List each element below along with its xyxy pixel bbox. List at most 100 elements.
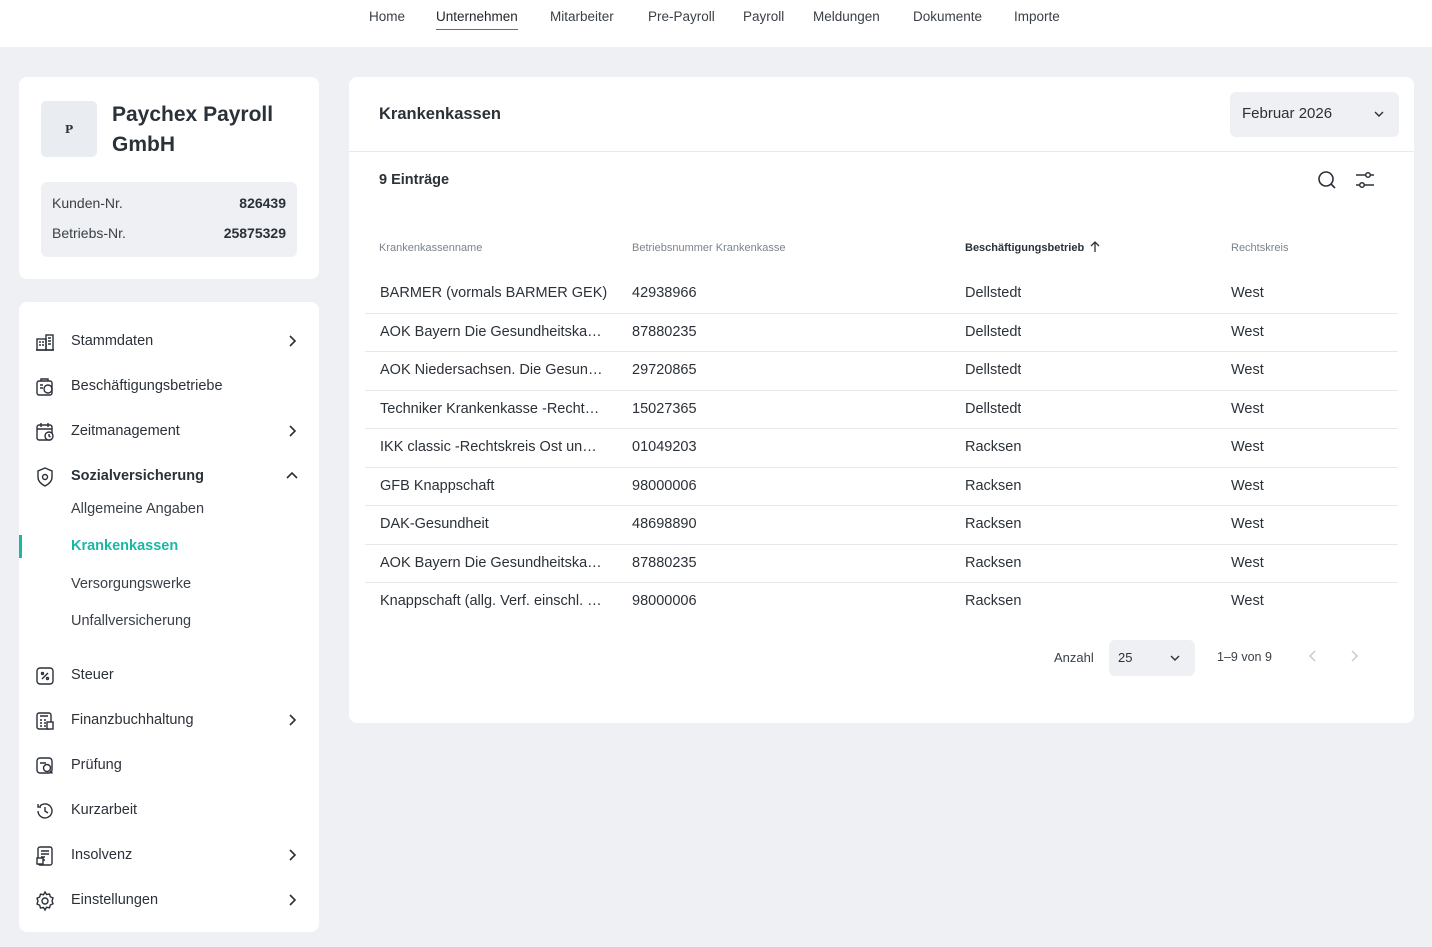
customer-number-label: Kunden-Nr. [52, 195, 123, 211]
sidebar-subitem-label: Allgemeine Angaben [71, 501, 205, 517]
table-row[interactable]: Techniker Krankenkasse -Rechtskreis West… [365, 391, 1398, 429]
table-row[interactable]: DAK-Gesundheit 48698890 Racksen West [365, 506, 1398, 545]
company-name: Paychex Payroll GmbH [112, 103, 274, 156]
sidebar-item-label: Einstellungen [71, 892, 159, 908]
sidebar-item-insolvenz[interactable]: Insolvenz [19, 840, 319, 870]
chevron-left-icon[interactable] [1306, 649, 1320, 663]
page-title: Krankenkassen [379, 105, 501, 123]
sidebar-item-zeitmanagement[interactable]: Zeitmanagement [19, 416, 319, 446]
table-row[interactable]: BARMER (vormals BARMER GEK) 42938966 Del… [365, 275, 1398, 314]
cell-rechtskreis: West [1231, 362, 1264, 378]
top-navigation: Home Unternehmen Mitarbeiter Pre-Payroll… [0, 0, 1432, 47]
customer-number-value: 826439 [239, 195, 286, 211]
cell-betrieb: Dellstedt [965, 285, 1022, 301]
cell-betriebsnummer: 42938966 [632, 285, 697, 301]
calendar-clock-icon [36, 423, 54, 441]
cell-name: DAK-Gesundheit [380, 516, 489, 532]
sidebar-subitem-label: Versorgungswerke [71, 576, 192, 592]
month-select[interactable]: Februar 2026 [1230, 92, 1399, 137]
chevron-right-icon [289, 425, 297, 437]
sidebar-subitem-unfallversicherung[interactable]: Unfallversicherung [19, 609, 319, 635]
sidebar-item-stammdaten[interactable]: Stammdaten [19, 326, 319, 356]
sidebar-item-steuer[interactable]: Steuer [19, 660, 319, 690]
page-size-select[interactable]: 25 [1109, 640, 1195, 676]
cell-betriebsnummer: 98000006 [632, 593, 697, 609]
sidebar-item-label: Beschäftigungsbetriebe [71, 378, 223, 394]
gear-icon [36, 890, 54, 912]
filter-sliders-icon[interactable] [1354, 169, 1376, 191]
cell-rechtskreis: West [1231, 400, 1264, 417]
column-header-rechtskreis[interactable]: Rechtskreis [1231, 242, 1288, 254]
sidebar-item-kurzarbeit[interactable]: Kurzarbeit [19, 795, 319, 825]
chevron-right-icon [289, 894, 297, 906]
table-row[interactable]: Knappschaft (allg. Verf. einschl. Minijo… [365, 583, 1398, 622]
page-size-label: Anzahl [1054, 650, 1094, 665]
cell-name: Techniker Krankenkasse -Rechtskreis West… [380, 400, 603, 417]
cell-betrieb: Dellstedt [965, 400, 1022, 417]
sidebar-item-einstellungen[interactable]: Einstellungen [19, 885, 319, 915]
pagination-range: 1–9 von 9 [1217, 650, 1272, 664]
column-header-beschaeftigungsbetrieb[interactable]: Beschäftigungsbetrieb [965, 242, 1084, 254]
nav-payroll[interactable]: Payroll [743, 9, 784, 29]
sidebar-item-beschaeftigungsbetriebe[interactable]: Beschäftigungsbetriebe [19, 371, 319, 401]
table-row[interactable]: GFB Knappschaft 98000006 Racksen West [365, 468, 1398, 506]
search-icon[interactable] [1316, 169, 1338, 191]
chevron-right-icon [289, 849, 297, 861]
sidebar-item-sozialversicherung[interactable]: Sozialversicherung [19, 461, 319, 491]
cell-betriebsnummer: 98000006 [632, 477, 697, 494]
cell-betriebsnummer: 15027365 [632, 400, 697, 417]
nav-mitarbeiter[interactable]: Mitarbeiter [550, 9, 614, 29]
building-icon [36, 334, 54, 351]
sidebar-subitem-versorgungswerke[interactable]: Versorgungswerke [19, 572, 319, 598]
sidebar-item-finanzbuchhaltung[interactable]: Finanzbuchhaltung [19, 705, 319, 735]
company-ids: Kunden-Nr. 826439 Betriebs-Nr. 25875329 [41, 182, 297, 257]
main-card: Krankenkassen Februar 2026 9 Einträge Kr… [349, 77, 1414, 723]
column-header-betriebsnummer[interactable]: Betriebsnummer Krankenkasse [632, 242, 785, 254]
sidebar-item-label: Sozialversicherung [71, 468, 204, 484]
chevron-right-icon [289, 335, 297, 347]
chevron-right-icon [289, 714, 297, 726]
cell-betrieb: Racksen [965, 516, 1022, 532]
cell-rechtskreis: West [1231, 323, 1264, 340]
chevron-right-icon[interactable] [1347, 649, 1361, 663]
chevron-down-icon [1170, 655, 1180, 661]
cell-betrieb: Racksen [965, 554, 1022, 571]
sidebar-subitem-krankenkassen[interactable]: Krankenkassen [19, 534, 319, 560]
cell-name: GFB Knappschaft [380, 477, 495, 494]
sidebar-item-label: Insolvenz [71, 847, 133, 863]
nav-meldungen[interactable]: Meldungen [813, 9, 880, 29]
nav-pre-payroll[interactable]: Pre-Payroll [648, 9, 715, 29]
sidebar-subitem-allgemeine-angaben[interactable]: Allgemeine Angaben [19, 497, 319, 523]
cell-betrieb: Racksen [965, 439, 1022, 455]
table-row[interactable]: AOK Bayern Die Gesundheitskasse 87880235… [365, 545, 1398, 583]
nav-dokumente[interactable]: Dokumente [913, 9, 982, 29]
sidebar-item-label: Prüfung [71, 757, 122, 773]
cell-name: Knappschaft (allg. Verf. einschl. Minijo… [380, 593, 603, 609]
cell-betrieb: Dellstedt [965, 323, 1022, 340]
clock-history-icon [37, 803, 53, 819]
cell-betrieb: Racksen [965, 477, 1022, 494]
audit-search-icon [36, 757, 53, 774]
company-number-label: Betriebs-Nr. [52, 225, 126, 241]
office-cycle-icon [36, 378, 53, 396]
nav-unternehmen[interactable]: Unternehmen [436, 9, 518, 30]
company-card: P Paychex Payroll GmbH Kunden-Nr. 826439… [19, 77, 319, 279]
cell-betriebsnummer: 87880235 [632, 323, 697, 340]
column-header-name[interactable]: Krankenkassenname [379, 242, 482, 254]
table-row[interactable]: AOK Bayern Die Gesundheitskasse 87880235… [365, 314, 1398, 352]
table-row[interactable]: AOK Niedersachsen. Die Gesundheitskasse … [365, 352, 1398, 391]
sort-ascending-icon[interactable] [1089, 241, 1101, 253]
cell-betrieb: Dellstedt [965, 362, 1022, 378]
month-select-value: Februar 2026 [1242, 105, 1333, 122]
sidebar-item-label: Stammdaten [71, 333, 154, 349]
cell-rechtskreis: West [1231, 593, 1264, 609]
table-row[interactable]: IKK classic -Rechtskreis Ost und West- 0… [365, 429, 1398, 468]
sidebar-item-label: Steuer [71, 667, 114, 683]
cell-name: AOK Bayern Die Gesundheitskasse [380, 323, 603, 340]
cell-name: IKK classic -Rechtskreis Ost und West- [380, 439, 603, 455]
tax-percent-icon [36, 667, 54, 685]
nav-importe[interactable]: Importe [1014, 9, 1060, 29]
sidebar-item-pruefung[interactable]: Prüfung [19, 750, 319, 780]
nav-home[interactable]: Home [369, 9, 405, 29]
calculator-icon [36, 712, 54, 730]
